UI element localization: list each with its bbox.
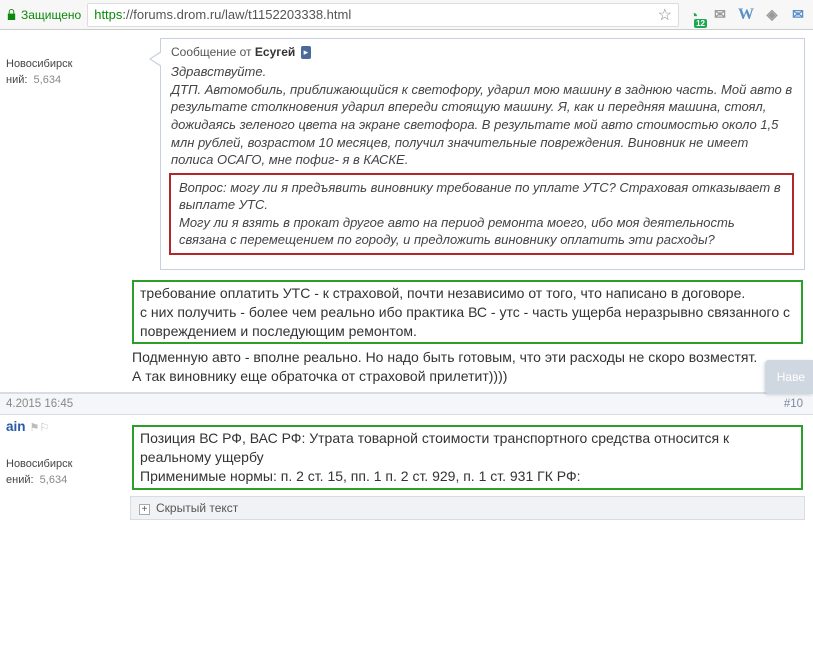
post-row: ain ⚑⚐ Новосибирск ений: 5,634 Позиция ВС…	[0, 415, 813, 526]
quote-prefix: Сообщение от	[171, 45, 252, 59]
quote-jump-icon[interactable]: ▸	[301, 46, 312, 59]
secure-badge: Защищено	[6, 8, 81, 22]
spoiler-toggle[interactable]: + Скрытый текст	[130, 496, 805, 520]
username-link[interactable]: ain	[6, 419, 26, 434]
quote-red-line: Вопрос: могу ли я предъявить виновнику т…	[179, 179, 784, 214]
lock-icon	[6, 8, 17, 21]
highlighted-answer-green: Позиция ВС РФ, ВАС РФ: Утрата товарной с…	[132, 425, 803, 490]
reply-line: требование оплатить УТС - к страховой, п…	[140, 284, 795, 303]
diamond-icon[interactable]: ◈	[763, 6, 781, 24]
user-city: Новосибирск	[6, 58, 124, 70]
envelope-icon[interactable]: ✉	[789, 6, 807, 24]
quote-header: Сообщение от Есугей ▸	[161, 39, 804, 63]
bookmark-star-icon[interactable]: ☆	[658, 5, 672, 25]
quote-red-line: Могу ли я взять в прокат другое авто на …	[179, 214, 784, 249]
reply-text: требование оплатить УТС - к страховой, п…	[130, 280, 805, 386]
user-column: Новосибирск ний: 5,634	[0, 30, 130, 392]
forum-body: Новосибирск ний: 5,634 Сообщение от Есуг…	[0, 30, 813, 526]
secure-label: Защищено	[21, 8, 81, 22]
post-content: Позиция ВС РФ, ВАС РФ: Утрата товарной с…	[130, 415, 813, 526]
reply-text: Позиция ВС РФ, ВАС РФ: Утрата товарной с…	[130, 425, 805, 490]
reply-line: с них получить - более чем реально ибо п…	[140, 303, 795, 341]
post-header-bar: 4.2015 16:45 #10	[0, 393, 813, 415]
post-content: Сообщение от Есугей ▸ Здравствуйте. ДТП.…	[130, 30, 813, 392]
plus-icon: +	[139, 504, 150, 515]
reply-line: Позиция ВС РФ, ВАС РФ: Утрата товарной с…	[140, 429, 795, 467]
url-rest: ://forums.drom.ru/law/t1152203338.html	[122, 7, 351, 22]
w-icon[interactable]: W	[737, 6, 755, 24]
reply-line: Подменную авто - вполне реально. Но надо…	[132, 348, 803, 367]
quote-body: Здравствуйте. ДТП. Автомобиль, приближаю…	[161, 63, 804, 268]
post-number[interactable]: #10	[784, 398, 803, 410]
browser-address-bar: Защищено https://forums.drom.ru/law/t115…	[0, 0, 813, 30]
username-line: ain ⚑⚐	[6, 419, 124, 434]
hover-reply-button[interactable]: Наве	[765, 360, 813, 394]
quote-greeting: Здравствуйте.	[171, 63, 794, 81]
car-icon: ⚑⚐	[30, 422, 50, 434]
spoiler-label: Скрытый текст	[156, 501, 238, 515]
user-city: Новосибирск	[6, 458, 124, 470]
reply-line: Применимые нормы: п. 2 ст. 15, пп. 1 п. …	[140, 467, 795, 486]
mail-icon[interactable]: ✉	[711, 6, 729, 24]
quote-paragraph: ДТП. Автомобиль, приближающийся к светоф…	[171, 81, 794, 169]
url-input[interactable]: https://forums.drom.ru/law/t1152203338.h…	[87, 3, 679, 27]
quote-author: Есугей	[255, 45, 295, 59]
highlighted-answer-green: требование оплатить УТС - к страховой, п…	[132, 280, 803, 345]
user-column: ain ⚑⚐ Новосибирск ений: 5,634	[0, 415, 130, 526]
user-msg-count: ний: 5,634	[6, 74, 124, 86]
highlighted-question-red: Вопрос: могу ли я предъявить виновнику т…	[169, 173, 794, 255]
post-date: 4.2015 16:45	[6, 398, 784, 410]
reply-line: А так виновнику еще обраточка от страхов…	[132, 367, 803, 386]
post-row: Новосибирск ний: 5,634 Сообщение от Есуг…	[0, 30, 813, 393]
quote-box: Сообщение от Есугей ▸ Здравствуйте. ДТП.…	[160, 38, 805, 270]
extension-badge: 12	[694, 19, 707, 28]
extension-icon-1[interactable]: ◔12	[685, 6, 703, 24]
extension-icons: ◔12 ✉ W ◈ ✉	[685, 6, 807, 24]
user-msg-count: ений: 5,634	[6, 474, 124, 486]
url-scheme: https	[94, 7, 122, 22]
